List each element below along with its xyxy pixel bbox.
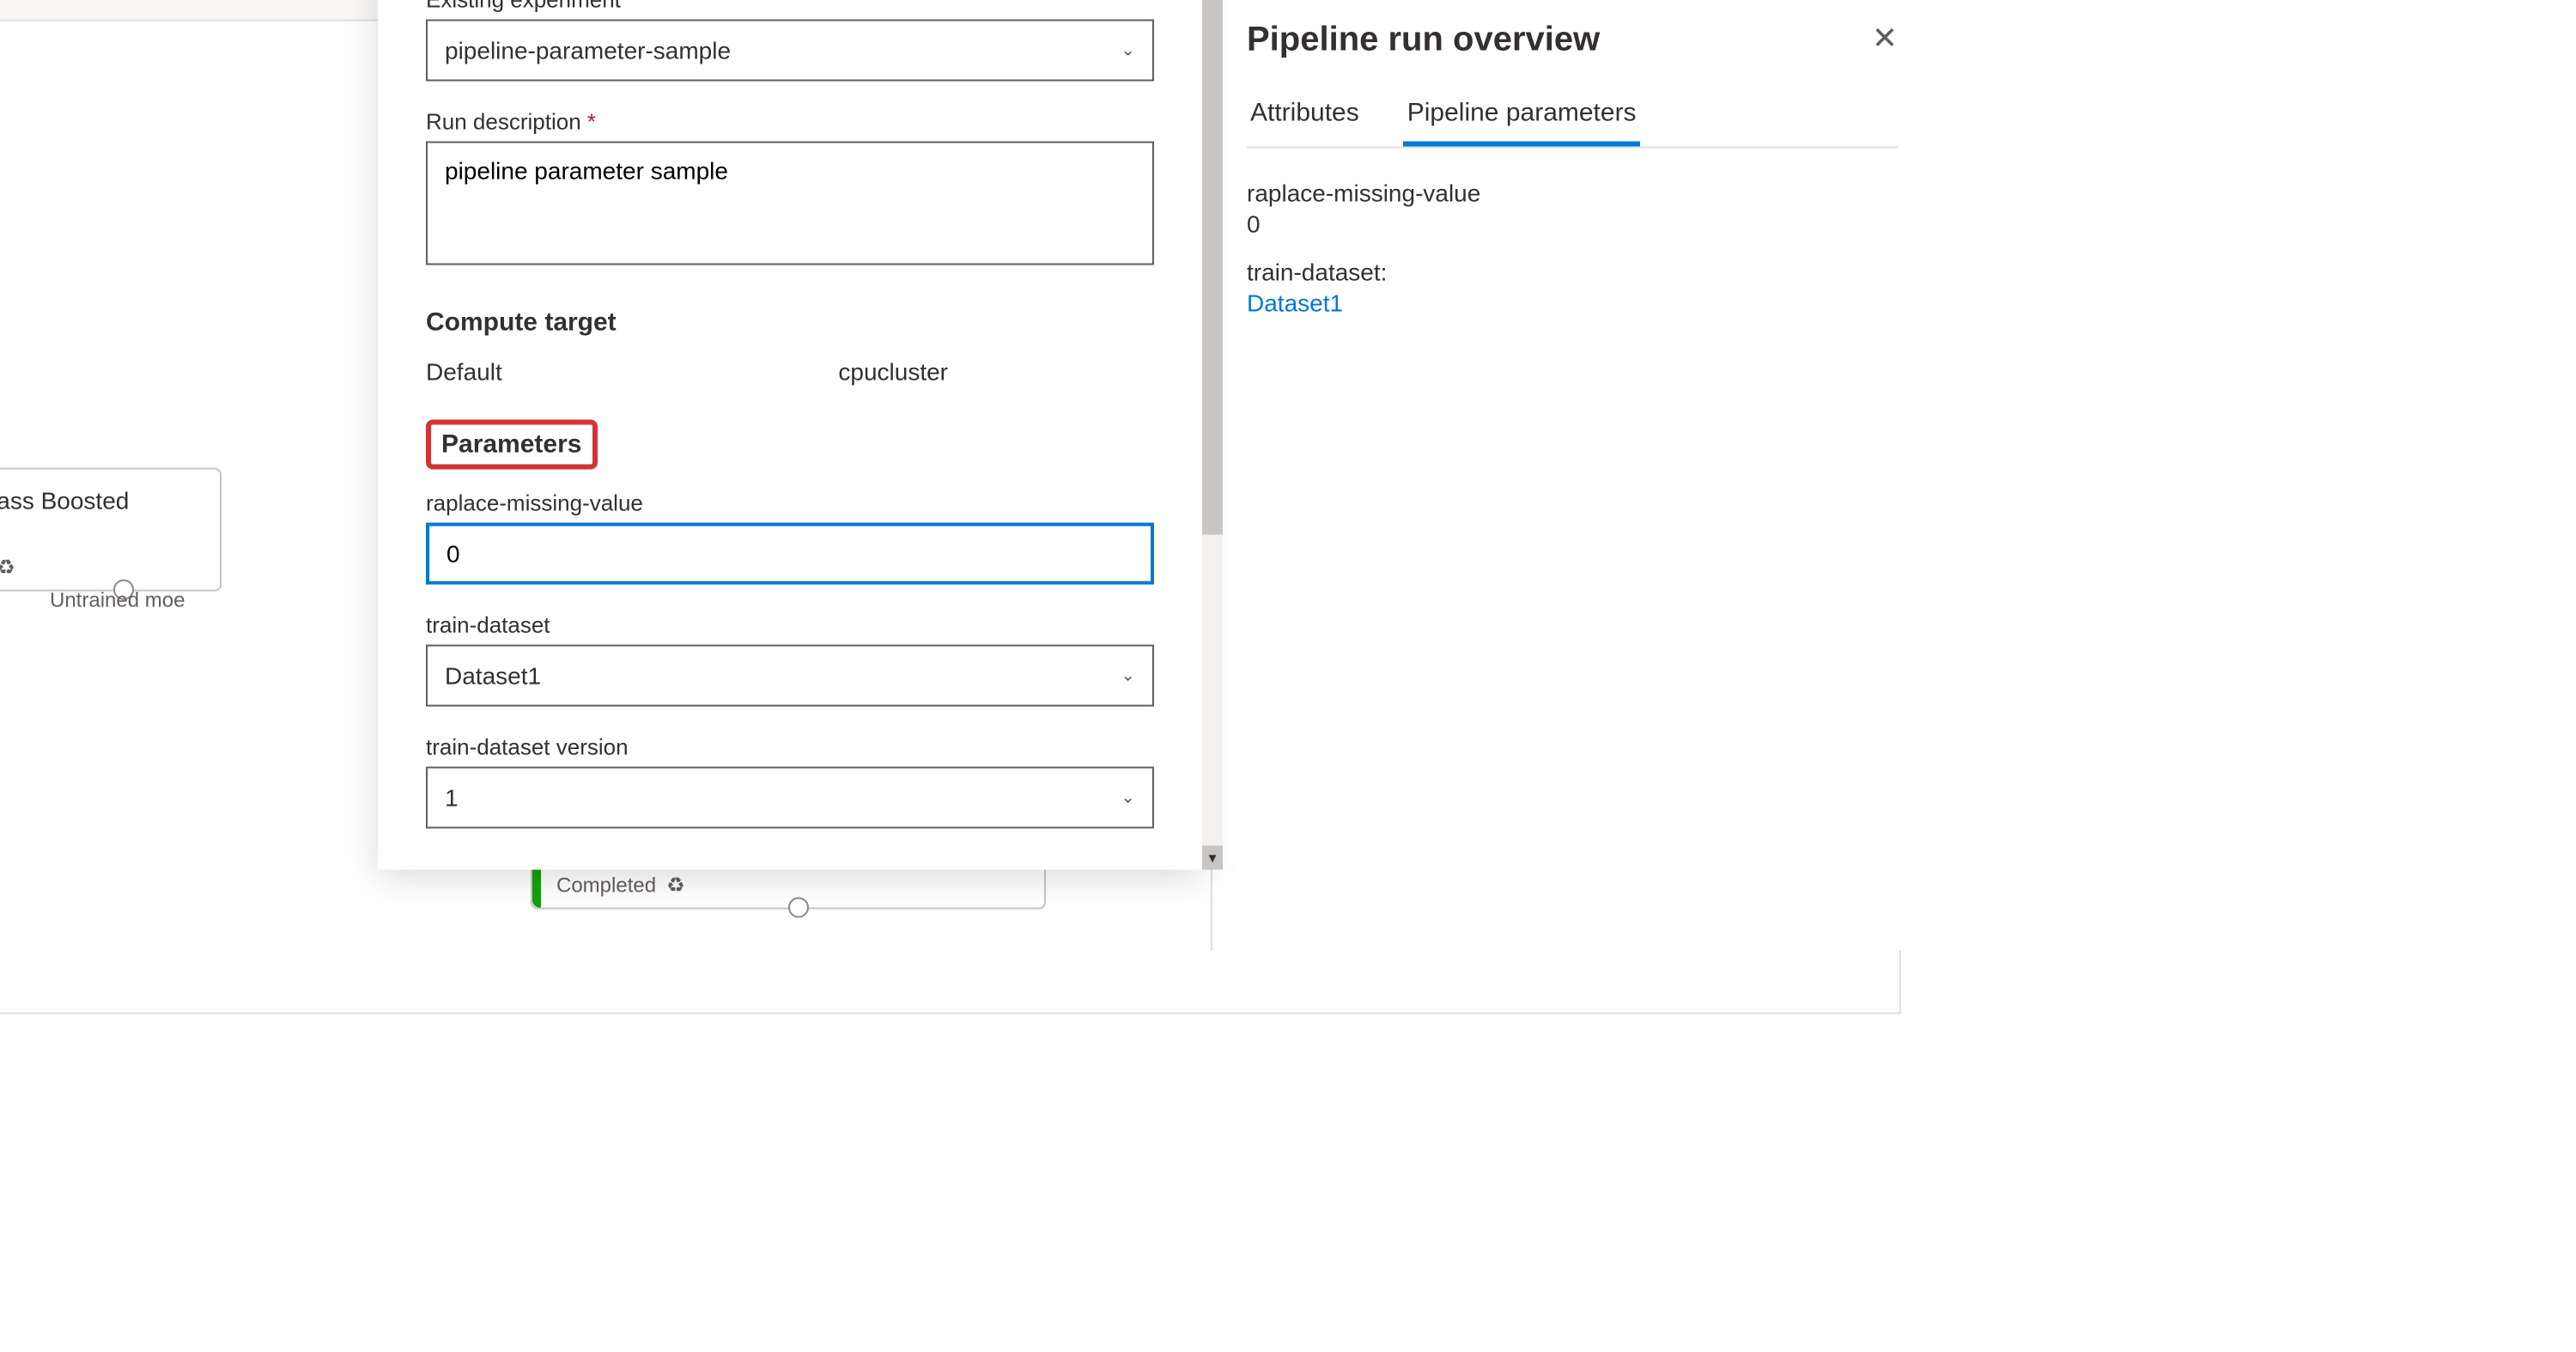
param-name: train-dataset: bbox=[1247, 259, 1898, 286]
recycle-icon: ♻ bbox=[666, 874, 685, 898]
graph-node[interactable]: ⚙ Two-Class Boosted Decisi Completed♻ bbox=[0, 468, 222, 592]
recycle-icon: ♻ bbox=[0, 556, 15, 580]
main-content: › Experiments › pipeline-parameter-sampl… bbox=[0, 0, 1932, 1014]
field-label: train-dataset version bbox=[426, 734, 1154, 760]
chevron-down-icon: ⌄ bbox=[1121, 41, 1135, 60]
node-title: Two-Class Boosted Decisi bbox=[0, 487, 196, 542]
param-row: raplace-missing-value 0 bbox=[1247, 180, 1898, 238]
setup-pipeline-run-modal: ▾ Set up pipeline run ✕ Experiment Selec… bbox=[378, 0, 1202, 870]
compute-value: cpucluster bbox=[838, 358, 948, 386]
modal-scrollbar[interactable]: ▾ bbox=[1202, 0, 1223, 870]
panel-title: Pipeline run overview bbox=[1247, 21, 1898, 61]
field-label: Existing experiment * bbox=[426, 0, 1154, 13]
output-port[interactable] bbox=[788, 898, 809, 918]
chevron-down-icon: ⌄ bbox=[1121, 667, 1135, 685]
tab-pipeline-parameters[interactable]: Pipeline parameters bbox=[1404, 85, 1640, 147]
train-dataset-select[interactable]: Dataset1 ⌄ bbox=[426, 645, 1154, 707]
chevron-down-icon: ⌄ bbox=[1121, 789, 1135, 807]
field-label: Run description * bbox=[426, 109, 1154, 135]
train-dataset-version-select[interactable]: 1 ⌄ bbox=[426, 767, 1154, 829]
section-compute: Compute target bbox=[426, 308, 1154, 338]
compute-row: Default cpucluster bbox=[426, 358, 1154, 386]
port-label: Untrained moe bbox=[50, 588, 185, 612]
section-parameters: Parameters bbox=[426, 420, 597, 470]
panel-tabs: Attributes Pipeline parameters bbox=[1247, 85, 1898, 149]
param-value-link[interactable]: Dataset1 bbox=[1247, 289, 1898, 317]
param-row: train-dataset: Dataset1 bbox=[1247, 259, 1898, 317]
node-status: Completed♻ bbox=[0, 556, 15, 580]
field-label: raplace-missing-value bbox=[426, 490, 1154, 516]
run-description-input[interactable] bbox=[426, 142, 1154, 265]
existing-experiment-select[interactable]: pipeline-parameter-sample ⌄ bbox=[426, 20, 1154, 82]
search-icon[interactable]: ⌕ bbox=[18, 0, 46, 5]
replace-missing-value-input[interactable] bbox=[426, 523, 1154, 585]
tab-attributes[interactable]: Attributes bbox=[1247, 85, 1363, 147]
node-status: Completed♻ bbox=[556, 874, 685, 898]
param-name: raplace-missing-value bbox=[1247, 180, 1898, 207]
close-icon[interactable]: ✕ bbox=[1872, 21, 1898, 58]
compute-default-label: Default bbox=[426, 358, 502, 386]
param-value: 0 bbox=[1247, 210, 1898, 238]
field-label: train-dataset bbox=[426, 612, 1154, 638]
run-overview-panel: Pipeline run overview ✕ Attributes Pipel… bbox=[1211, 0, 1932, 951]
